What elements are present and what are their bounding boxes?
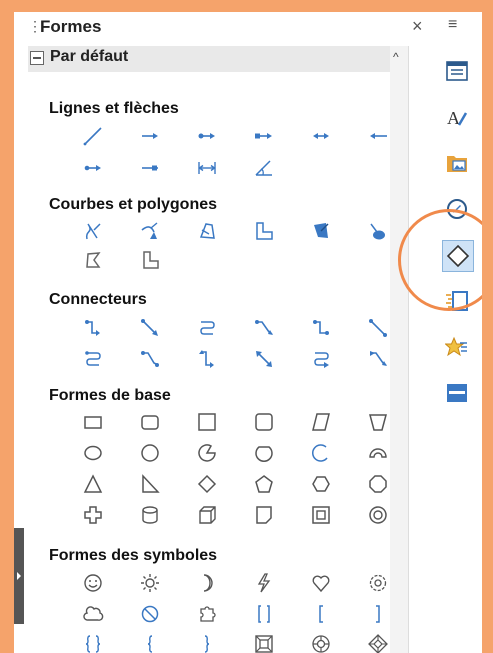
section-title-lines: Lignes et flèches bbox=[49, 100, 179, 117]
line-circle-arrow-icon[interactable] bbox=[189, 122, 225, 150]
panel-menu-button[interactable]: ≡ bbox=[448, 16, 457, 34]
freeform-polygon-icon[interactable] bbox=[75, 246, 111, 274]
circle-icon[interactable] bbox=[132, 439, 168, 467]
rectangle-icon[interactable] bbox=[75, 408, 111, 436]
double-arrow-line-icon[interactable] bbox=[303, 122, 339, 150]
close-button[interactable]: × bbox=[412, 16, 423, 37]
panel-title: Formes bbox=[40, 17, 102, 36]
heart-icon[interactable] bbox=[303, 569, 339, 597]
connector-ends-icon[interactable] bbox=[303, 314, 339, 342]
deck-divider bbox=[408, 46, 409, 653]
line-circle-ends-icon[interactable] bbox=[75, 154, 111, 182]
octagon-bevel-icon[interactable] bbox=[303, 630, 339, 653]
master-slides-icon[interactable] bbox=[442, 332, 472, 362]
dimension-line-icon[interactable] bbox=[189, 154, 225, 182]
double-brace-icon[interactable] bbox=[75, 630, 111, 653]
left-bracket-icon[interactable] bbox=[303, 600, 339, 628]
vertical-scrollbar[interactable]: ^ bbox=[390, 46, 408, 653]
triangle-icon[interactable] bbox=[75, 470, 111, 498]
scroll-up-button[interactable]: ^ bbox=[393, 50, 399, 64]
styles-icon[interactable]: A bbox=[442, 102, 472, 132]
arc-icon[interactable] bbox=[303, 439, 339, 467]
slide-layout-icon[interactable] bbox=[442, 378, 472, 408]
line-connector-ends-icon[interactable] bbox=[132, 345, 168, 373]
circle-segment-icon[interactable] bbox=[246, 439, 282, 467]
line-arrow-icon[interactable] bbox=[132, 122, 168, 150]
curved-connector-arrows-icon[interactable] bbox=[303, 345, 339, 373]
cylinder-icon[interactable] bbox=[132, 501, 168, 529]
cloud-icon[interactable] bbox=[75, 600, 111, 628]
right-triangle-icon[interactable] bbox=[132, 470, 168, 498]
moon-icon[interactable] bbox=[189, 569, 225, 597]
category-header[interactable]: Par défaut bbox=[28, 46, 404, 72]
connector-arrows-icon[interactable] bbox=[189, 345, 225, 373]
forbidden-icon[interactable] bbox=[132, 600, 168, 628]
straight-connector-icon[interactable] bbox=[132, 314, 168, 342]
properties-icon[interactable] bbox=[442, 56, 472, 86]
folded-corner-icon[interactable] bbox=[246, 501, 282, 529]
ellipse-icon[interactable] bbox=[75, 439, 111, 467]
section-title-symbols: Formes des symboles bbox=[49, 547, 218, 564]
pentagon-icon[interactable] bbox=[246, 470, 282, 498]
smiley-icon[interactable] bbox=[75, 569, 111, 597]
shapes-panel-window: ⋮ Formes × ≡ Par défaut Lignes et flèche… bbox=[14, 12, 482, 653]
polygon-filled-icon[interactable] bbox=[303, 217, 339, 245]
curved-connector-ends-icon[interactable] bbox=[75, 345, 111, 373]
highlight-circle bbox=[398, 209, 482, 311]
section-title-connectors: Connecteurs bbox=[49, 291, 147, 308]
straight-connector-arrows-icon[interactable] bbox=[246, 345, 282, 373]
left-brace-icon[interactable] bbox=[132, 630, 168, 653]
pie-icon[interactable] bbox=[189, 439, 225, 467]
cube-icon[interactable] bbox=[189, 501, 225, 529]
shapes-gallery: Par défaut Lignes et flèches Courbes et … bbox=[28, 46, 404, 653]
svg-text:A: A bbox=[447, 108, 460, 128]
frame-icon[interactable] bbox=[303, 501, 339, 529]
angle-icon[interactable] bbox=[246, 154, 282, 182]
square-bevel-icon[interactable] bbox=[246, 630, 282, 653]
sidebar-deck: A bbox=[434, 46, 482, 653]
rounded-rectangle-icon[interactable] bbox=[132, 408, 168, 436]
line-connector-icon[interactable] bbox=[246, 314, 282, 342]
expand-handle[interactable] bbox=[14, 528, 24, 624]
puzzle-icon[interactable] bbox=[189, 600, 225, 628]
section-title-basic: Formes de base bbox=[49, 387, 171, 404]
hexagon-icon[interactable] bbox=[303, 470, 339, 498]
polygon-45-filled-icon[interactable] bbox=[132, 246, 168, 274]
cross-icon[interactable] bbox=[75, 501, 111, 529]
line-icon[interactable] bbox=[75, 122, 111, 150]
square-icon[interactable] bbox=[189, 408, 225, 436]
line-square-ends-icon[interactable] bbox=[132, 154, 168, 182]
curve-icon[interactable] bbox=[75, 217, 111, 245]
connector-icon[interactable] bbox=[75, 314, 111, 342]
rounded-square-icon[interactable] bbox=[246, 408, 282, 436]
sun-icon[interactable] bbox=[132, 569, 168, 597]
section-title-curves: Courbes et polygones bbox=[49, 196, 218, 213]
collapse-icon[interactable] bbox=[30, 51, 44, 65]
curve-filled-icon[interactable] bbox=[132, 217, 168, 245]
right-brace-icon[interactable] bbox=[189, 630, 225, 653]
diamond-icon[interactable] bbox=[189, 470, 225, 498]
parallelogram-icon[interactable] bbox=[303, 408, 339, 436]
lightning-icon[interactable] bbox=[246, 569, 282, 597]
panel-header: ⋮ Formes × ≡ bbox=[14, 12, 482, 46]
gallery-icon[interactable] bbox=[442, 148, 472, 178]
curved-connector-icon[interactable] bbox=[189, 314, 225, 342]
double-bracket-icon[interactable] bbox=[246, 600, 282, 628]
line-square-arrow-icon[interactable] bbox=[246, 122, 282, 150]
polygon-icon[interactable] bbox=[189, 217, 225, 245]
polygon-45-icon[interactable] bbox=[246, 217, 282, 245]
category-label: Par défaut bbox=[50, 48, 129, 65]
